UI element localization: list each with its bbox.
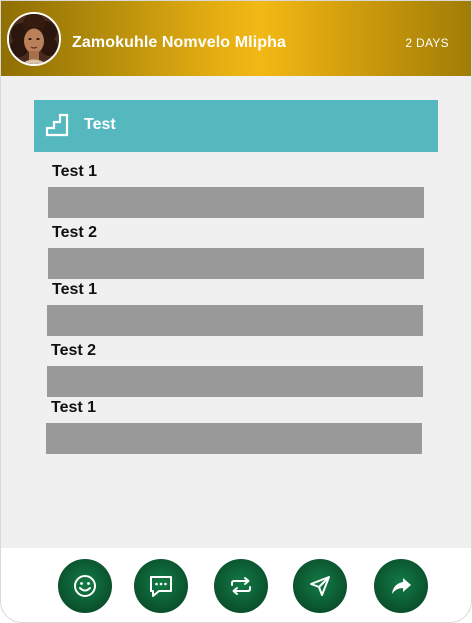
user-name: Zamokuhle Nomvelo Mlipha bbox=[72, 34, 286, 51]
share-icon bbox=[392, 578, 411, 594]
section-header[interactable]: Test bbox=[34, 100, 438, 152]
emoji-button[interactable] bbox=[58, 559, 112, 613]
comment-button[interactable] bbox=[134, 559, 188, 613]
chat-icon bbox=[150, 576, 172, 597]
field-label: Test 2 bbox=[51, 342, 97, 359]
repost-button[interactable] bbox=[214, 559, 268, 613]
text-field[interactable] bbox=[47, 366, 423, 397]
field-label: Test 2 bbox=[52, 224, 98, 241]
app-frame: Zamokuhle Nomvelo Mlipha 2 DAYS Test Tes… bbox=[0, 0, 472, 623]
section-title: Test bbox=[84, 116, 116, 133]
field-label: Test 1 bbox=[51, 399, 97, 416]
text-field[interactable] bbox=[48, 248, 424, 279]
send-button[interactable] bbox=[293, 559, 347, 613]
send-icon bbox=[310, 576, 330, 596]
text-field[interactable] bbox=[47, 305, 423, 336]
text-field[interactable] bbox=[48, 187, 424, 218]
stairs-icon bbox=[45, 113, 69, 137]
smiley-icon bbox=[74, 575, 96, 597]
field-label: Test 1 bbox=[52, 281, 98, 298]
text-field[interactable] bbox=[46, 423, 422, 454]
days-remaining-label: 2 DAYS bbox=[405, 36, 449, 50]
share-button[interactable] bbox=[374, 559, 428, 613]
action-bar bbox=[1, 548, 471, 622]
avatar-image bbox=[9, 14, 59, 64]
avatar[interactable] bbox=[7, 12, 61, 66]
profile-header: Zamokuhle Nomvelo Mlipha 2 DAYS bbox=[1, 1, 471, 76]
repeat-icon bbox=[231, 577, 251, 595]
field-label: Test 1 bbox=[52, 163, 98, 180]
